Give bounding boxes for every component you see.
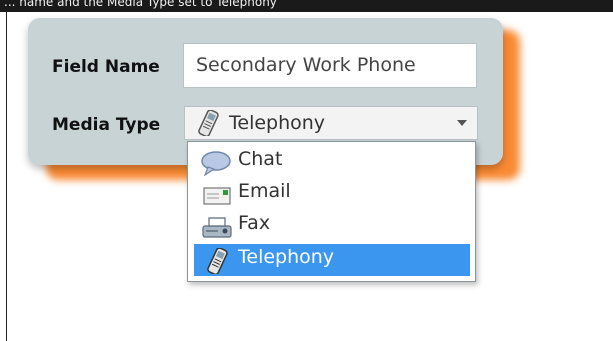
field-name-input[interactable]: Secondary Work Phone bbox=[183, 43, 477, 88]
media-type-select[interactable]: Telephony bbox=[184, 106, 478, 140]
option-label: Telephony bbox=[238, 246, 335, 268]
caption-text: ... name and the Media Type set to Telep… bbox=[4, 0, 277, 9]
dropdown-option-telephony[interactable]: Telephony bbox=[194, 244, 470, 276]
option-label: Chat bbox=[238, 148, 283, 170]
media-type-label: Media Type bbox=[52, 115, 161, 135]
dropdown-option-fax[interactable]: Fax bbox=[194, 210, 470, 242]
telephony-icon bbox=[207, 248, 228, 274]
option-label: Email bbox=[238, 180, 291, 202]
top-dark-band: ... name and the Media Type set to Telep… bbox=[0, 0, 613, 12]
media-type-dropdown: Chat Email Fax Telephony bbox=[187, 141, 476, 282]
field-name-label: Field Name bbox=[52, 57, 160, 77]
chat-icon bbox=[201, 151, 231, 176]
fax-icon bbox=[202, 217, 232, 238]
dropdown-option-chat[interactable]: Chat bbox=[194, 146, 470, 178]
chevron-down-icon[interactable] bbox=[457, 120, 467, 126]
option-label: Fax bbox=[238, 212, 271, 234]
telephony-icon bbox=[198, 110, 219, 136]
media-type-value: Telephony bbox=[229, 112, 326, 134]
dropdown-option-email[interactable]: Email bbox=[194, 178, 470, 210]
email-icon bbox=[203, 187, 231, 205]
